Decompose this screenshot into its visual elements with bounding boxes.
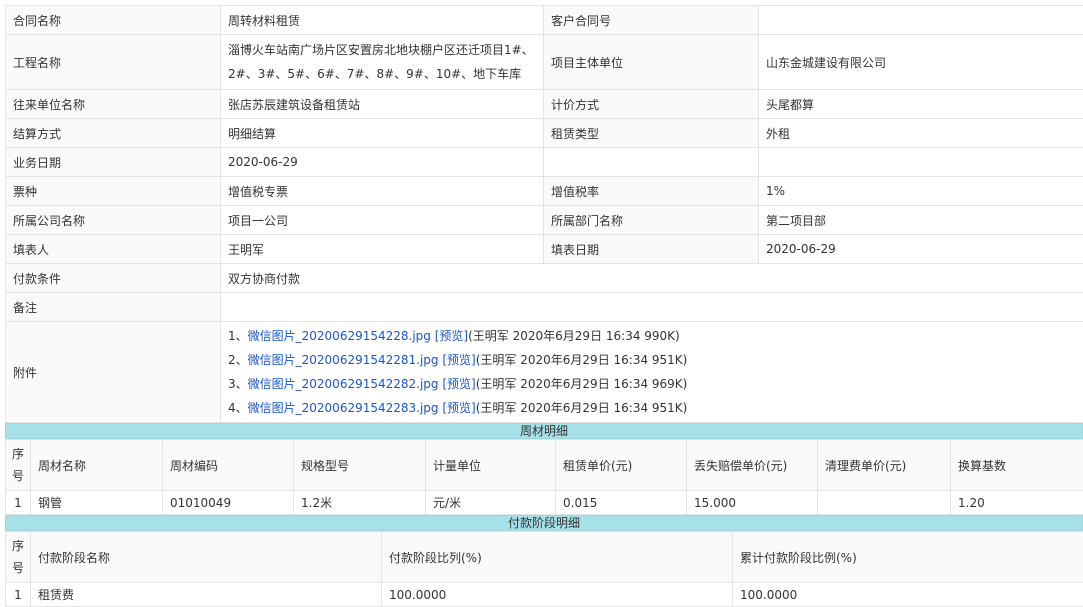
table-row: 1 租赁费 100.0000 100.0000 <box>6 583 1083 607</box>
attachment-meta: (王明军 2020年6月29日 16:34 990K) <box>468 329 680 343</box>
materials-cell-conversion-base: 1.20 <box>951 491 1083 515</box>
materials-header-seq: 序号 <box>6 440 31 491</box>
materials-cell-unit: 元/米 <box>426 491 556 515</box>
settlement-label: 结算方式 <box>6 119 221 148</box>
attachment-item: 2、微信图片_202006291542281.jpg [预览](王明军 2020… <box>228 348 1076 372</box>
remarks-value <box>221 293 1083 322</box>
business-date-label: 业务日期 <box>6 148 221 177</box>
materials-cell-name: 钢管 <box>31 491 163 515</box>
materials-section-header: 周材明细 <box>5 423 1083 439</box>
payment-cell-stage-name: 租赁费 <box>31 583 382 607</box>
empty-cell <box>544 148 759 177</box>
attachment-item: 1、微信图片_20200629154228.jpg [预览](王明军 2020年… <box>228 324 1076 348</box>
payment-stage-table: 序号 付款阶段名称 付款阶段比列(%) 累计付款阶段比例(%) 1 租赁费 10… <box>5 531 1083 607</box>
materials-header-name: 周材名称 <box>31 440 163 491</box>
materials-header-conversion-base: 换算基数 <box>951 440 1083 491</box>
partner-value: 张店苏辰建筑设备租赁站 <box>221 90 544 119</box>
settlement-value: 明细结算 <box>221 119 544 148</box>
materials-table: 序号 周材名称 周材编码 规格型号 计量单位 租赁单价(元) 丢失赔偿单价(元)… <box>5 439 1083 515</box>
materials-cell-code: 01010049 <box>163 491 294 515</box>
pricing-label: 计价方式 <box>544 90 759 119</box>
attachment-preview-link[interactable]: [预览] <box>442 353 475 367</box>
payment-header-cumulative-ratio: 累计付款阶段比例(%) <box>733 532 1083 583</box>
payment-terms-label: 付款条件 <box>6 264 221 293</box>
materials-header-rent-price: 租赁单价(元) <box>556 440 687 491</box>
materials-cell-loss-price: 15.000 <box>687 491 818 515</box>
attachment-file-link[interactable]: 微信图片_202006291542282.jpg <box>248 377 439 391</box>
remarks-label: 备注 <box>6 293 221 322</box>
customer-contract-value <box>759 6 1083 35</box>
payment-cell-seq: 1 <box>6 583 31 607</box>
contract-name-label: 合同名称 <box>6 6 221 35</box>
attachment-meta: (王明军 2020年6月29日 16:34 951K) <box>476 353 688 367</box>
vat-label: 增值税率 <box>544 177 759 206</box>
attachment-file-link[interactable]: 微信图片_202006291542283.jpg <box>248 401 439 415</box>
pricing-value: 头尾都算 <box>759 90 1083 119</box>
fill-date-value: 2020-06-29 <box>759 235 1083 264</box>
project-owner-label: 项目主体单位 <box>544 35 759 90</box>
project-owner-value: 山东金城建设有限公司 <box>759 35 1083 90</box>
project-value: 淄博火车站南广场片区安置房北地块棚户区还迁项目1#、 2#、3#、5#、6#、7… <box>221 35 544 90</box>
materials-header-row: 序号 周材名称 周材编码 规格型号 计量单位 租赁单价(元) 丢失赔偿单价(元)… <box>6 440 1083 491</box>
business-date-value: 2020-06-29 <box>221 148 544 177</box>
attachment-preview-link[interactable]: [预览] <box>442 401 475 415</box>
partner-label: 往来单位名称 <box>6 90 221 119</box>
company-value: 项目一公司 <box>221 206 544 235</box>
attachment-meta: (王明军 2020年6月29日 16:34 951K) <box>476 401 688 415</box>
company-label: 所属公司名称 <box>6 206 221 235</box>
materials-cell-cleaning-price <box>818 491 951 515</box>
attachments-list: 1、微信图片_20200629154228.jpg [预览](王明军 2020年… <box>221 322 1083 423</box>
attachment-index: 3、 <box>228 377 248 391</box>
fill-date-label: 填表日期 <box>544 235 759 264</box>
attachment-preview-link[interactable]: [预览] <box>442 377 475 391</box>
customer-contract-label: 客户合同号 <box>544 6 759 35</box>
attachment-meta: (王明军 2020年6月29日 16:34 969K) <box>476 377 688 391</box>
lease-type-label: 租赁类型 <box>544 119 759 148</box>
materials-cell-spec: 1.2米 <box>294 491 426 515</box>
filler-label: 填表人 <box>6 235 221 264</box>
attachment-file-link[interactable]: 微信图片_20200629154228.jpg <box>248 329 431 343</box>
attachments-label: 附件 <box>6 322 221 423</box>
department-value: 第二项目部 <box>759 206 1083 235</box>
attachment-index: 2、 <box>228 353 248 367</box>
payment-header-row: 序号 付款阶段名称 付款阶段比列(%) 累计付款阶段比例(%) <box>6 532 1083 583</box>
project-line-1: 淄博火车站南广场片区安置房北地块棚户区还迁项目1#、 <box>228 38 536 62</box>
attachment-item: 4、微信图片_202006291542283.jpg [预览](王明军 2020… <box>228 396 1076 420</box>
lease-type-value: 外租 <box>759 119 1083 148</box>
payment-terms-value: 双方协商付款 <box>221 264 1083 293</box>
invoice-label: 票种 <box>6 177 221 206</box>
materials-header-code: 周材编码 <box>163 440 294 491</box>
attachment-item: 3、微信图片_202006291542282.jpg [预览](王明军 2020… <box>228 372 1076 396</box>
attachment-preview-link[interactable]: [预览] <box>435 329 468 343</box>
payment-cell-stage-ratio: 100.0000 <box>382 583 733 607</box>
vat-value: 1% <box>759 177 1083 206</box>
attachment-index: 4、 <box>228 401 248 415</box>
attachment-index: 1、 <box>228 329 248 343</box>
materials-header-loss-price: 丢失赔偿单价(元) <box>687 440 818 491</box>
contract-name-value: 周转材料租赁 <box>221 6 544 35</box>
empty-cell <box>759 148 1083 177</box>
payment-cell-cumulative-ratio: 100.0000 <box>733 583 1083 607</box>
payment-section-header: 付款阶段明细 <box>5 515 1083 531</box>
department-label: 所属部门名称 <box>544 206 759 235</box>
project-label: 工程名称 <box>6 35 221 90</box>
payment-header-stage-name: 付款阶段名称 <box>31 532 382 583</box>
table-row: 1 钢管 01010049 1.2米 元/米 0.015 15.000 1.20 <box>6 491 1083 515</box>
materials-cell-rent-price: 0.015 <box>556 491 687 515</box>
payment-header-stage-ratio: 付款阶段比列(%) <box>382 532 733 583</box>
attachment-file-link[interactable]: 微信图片_202006291542281.jpg <box>248 353 439 367</box>
materials-cell-seq: 1 <box>6 491 31 515</box>
materials-header-unit: 计量单位 <box>426 440 556 491</box>
materials-header-cleaning-price: 清理费单价(元) <box>818 440 951 491</box>
materials-header-spec: 规格型号 <box>294 440 426 491</box>
invoice-value: 增值税专票 <box>221 177 544 206</box>
contract-detail: 合同名称 周转材料租赁 客户合同号 工程名称 淄博火车站南广场片区安置房北地块棚… <box>5 5 1083 607</box>
contract-info-table: 合同名称 周转材料租赁 客户合同号 工程名称 淄博火车站南广场片区安置房北地块棚… <box>5 5 1083 423</box>
filler-value: 王明军 <box>221 235 544 264</box>
payment-header-seq: 序号 <box>6 532 31 583</box>
project-line-2: 2#、3#、5#、6#、7#、8#、9#、10#、地下车库 <box>228 62 536 86</box>
